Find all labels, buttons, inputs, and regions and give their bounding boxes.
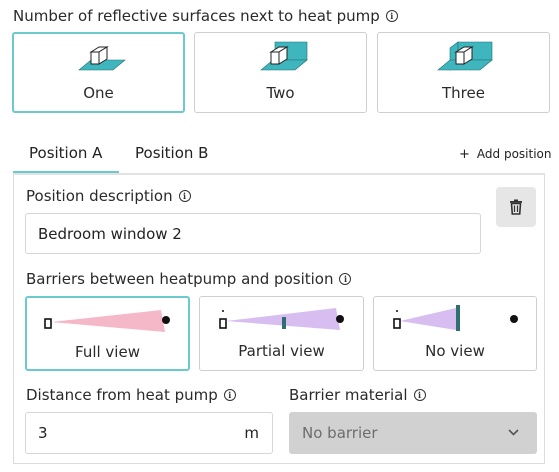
surface-option-three[interactable]: Three xyxy=(377,32,550,113)
distance-label: Distance from heat pump i xyxy=(26,386,236,404)
description-label-text: Position description xyxy=(26,187,173,205)
barrier-option-partial-view[interactable]: Partial view xyxy=(199,296,364,371)
distance-input[interactable]: 3 m xyxy=(25,412,273,454)
info-icon[interactable]: i xyxy=(223,389,236,401)
barrier-option-label: Partial view xyxy=(238,342,325,360)
one-surface-icon xyxy=(78,46,126,71)
description-input[interactable]: Bedroom window 2 xyxy=(25,213,481,254)
distance-label-text: Distance from heat pump xyxy=(26,386,218,404)
distance-unit: m xyxy=(244,424,259,442)
surface-option-label: Three xyxy=(442,84,485,102)
material-label-text: Barrier material xyxy=(289,386,408,404)
add-position-button[interactable]: + Add position xyxy=(459,147,551,161)
no-view-icon xyxy=(393,305,518,331)
tab-position-a[interactable]: Position A xyxy=(29,144,102,162)
surface-option-two[interactable]: Two xyxy=(194,32,367,113)
barriers-label-text: Barriers between heatpump and position xyxy=(26,270,334,288)
material-label: Barrier material i xyxy=(289,386,426,404)
barrier-option-full-view[interactable]: Full view xyxy=(25,296,190,371)
barrier-material-value: No barrier xyxy=(302,424,378,442)
three-surfaces-icon xyxy=(437,41,493,71)
delete-position-button[interactable] xyxy=(496,187,536,227)
info-icon[interactable]: i xyxy=(178,190,191,202)
surfaces-heading: Number of reflective surfaces next to he… xyxy=(13,7,398,25)
trash-icon xyxy=(510,199,522,215)
surface-option-label: Two xyxy=(266,84,295,102)
barrier-material-select[interactable]: No barrier xyxy=(289,412,537,454)
info-icon[interactable]: i xyxy=(413,389,426,401)
two-surfaces-icon xyxy=(260,41,308,71)
chevron-down-icon xyxy=(508,429,519,436)
surface-option-one[interactable]: One xyxy=(12,32,185,113)
barrier-option-no-view[interactable]: No view xyxy=(373,296,537,371)
add-position-label: Add position xyxy=(476,147,552,161)
surfaces-heading-text: Number of reflective surfaces next to he… xyxy=(13,7,380,25)
description-input-value: Bedroom window 2 xyxy=(38,224,182,243)
partial-view-icon xyxy=(219,308,344,330)
description-label: Position description i xyxy=(26,187,191,205)
distance-input-value: 3 xyxy=(38,424,48,442)
barrier-option-label: No view xyxy=(425,342,485,360)
barrier-option-label: Full view xyxy=(75,343,140,361)
full-view-icon xyxy=(44,310,170,332)
surface-option-label: One xyxy=(83,84,114,102)
barriers-label: Barriers between heatpump and position i xyxy=(26,270,352,288)
plus-icon: + xyxy=(459,146,470,162)
info-icon[interactable]: i xyxy=(385,10,398,22)
tab-position-b[interactable]: Position B xyxy=(135,144,208,162)
info-icon[interactable]: i xyxy=(339,273,352,285)
